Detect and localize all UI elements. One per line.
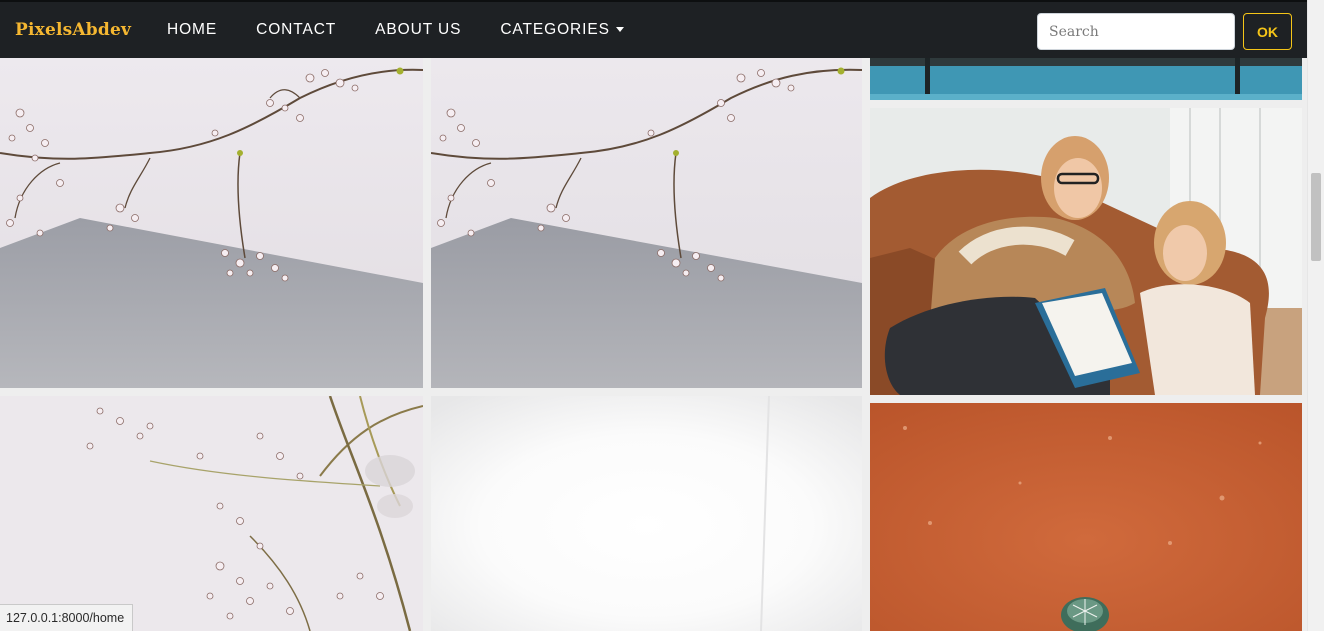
- white-photo-graphic: [431, 396, 862, 631]
- nav-dropdown-categories[interactable]: CATEGORIES: [500, 21, 624, 39]
- terracotta-photo-graphic: [870, 403, 1302, 631]
- nav-link-home[interactable]: HOME: [167, 21, 217, 39]
- teal-photo-graphic: [870, 58, 1302, 100]
- blossom-photo-graphic: [0, 58, 423, 388]
- nav-link-contact[interactable]: CONTACT: [256, 21, 336, 39]
- gallery-photo-blossom-branch-3[interactable]: [0, 396, 423, 631]
- gallery-photo-teal-interior[interactable]: [870, 58, 1302, 100]
- search-submit-button[interactable]: OK: [1243, 13, 1292, 50]
- top-navbar: PixelsAbdev HOME CONTACT ABOUT US CATEGO…: [0, 0, 1307, 58]
- gallery-photo-women-reading[interactable]: [870, 108, 1302, 395]
- gallery-photo-blossom-branch-2[interactable]: [431, 58, 862, 388]
- gallery-photo-blossom-branch-1[interactable]: [0, 58, 423, 388]
- scrollbar-thumb[interactable]: [1311, 173, 1321, 261]
- blossom-photo-graphic: [0, 396, 423, 631]
- page-scrollbar[interactable]: [1307, 0, 1324, 631]
- blossom-photo-graphic: [431, 58, 862, 388]
- women-reading-photo-graphic: [870, 108, 1302, 395]
- nav-links: HOME CONTACT ABOUT US CATEGORIES: [167, 21, 663, 39]
- caret-down-icon: [615, 27, 624, 33]
- nav-link-categories-label: CATEGORIES: [500, 21, 610, 38]
- gallery-photo-white-minimal[interactable]: [431, 396, 862, 631]
- nav-link-about-us[interactable]: ABOUT US: [375, 21, 461, 39]
- status-bar-url: 127.0.0.1:8000/home: [0, 604, 134, 631]
- brand-logo[interactable]: PixelsAbdev: [15, 20, 131, 40]
- search-input[interactable]: [1037, 13, 1235, 50]
- gallery-photo-terracotta-cactus[interactable]: [870, 403, 1302, 631]
